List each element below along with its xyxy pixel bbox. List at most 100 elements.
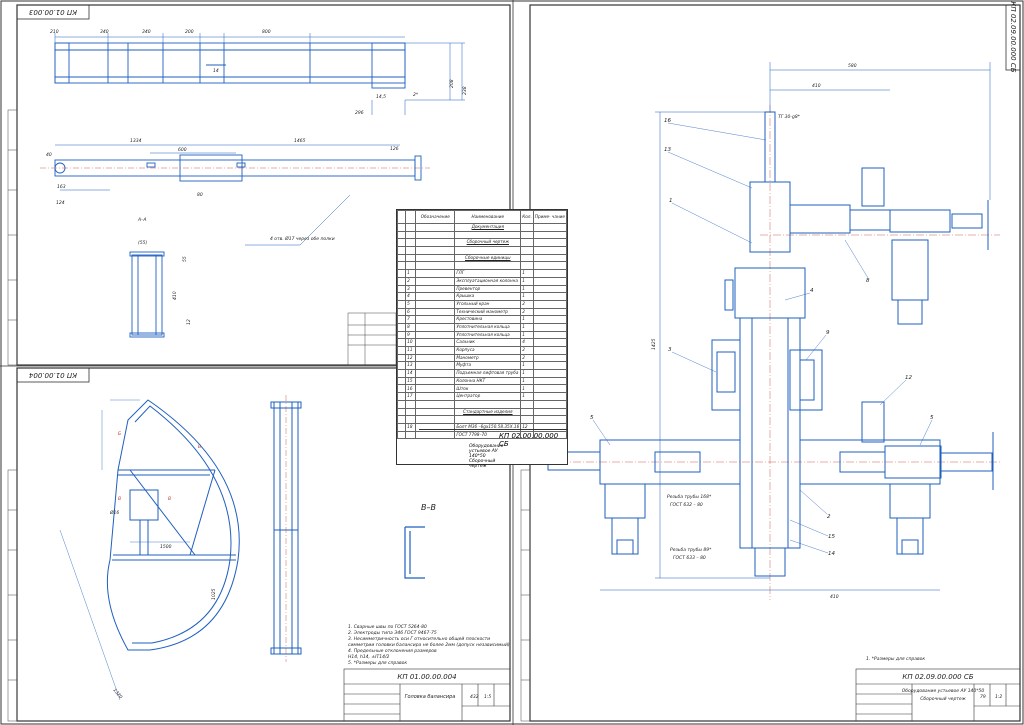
spec-row: 15 Колонна НКТ 1 [396, 376, 568, 386]
spec-row: 12 Манометр 2 [396, 353, 568, 363]
spec-cell-qty: 1 [520, 322, 534, 332]
spec-cell-pos: 6 [405, 307, 417, 317]
spec-row: 10 Сальник 4 [396, 338, 568, 347]
spec-cell-qty: 2 [520, 307, 534, 317]
spec-cell-pos: 17 [405, 392, 417, 401]
svg-text:15: 15 [828, 534, 835, 540]
svg-text:16: 16 [664, 118, 671, 124]
spec-cell-name: Колонна НКТ [454, 376, 522, 386]
svg-text:КП 02.09.00.000 СБ: КП 02.09.00.000 СБ [1009, 1, 1017, 72]
svg-text:1465: 1465 [294, 138, 306, 144]
svg-text:800: 800 [262, 29, 271, 35]
spec-cell-format [396, 276, 407, 286]
callout-numbers: 16 13 1 8 4 9 3 12 5 5 2 15 14 [590, 118, 934, 557]
spec-cell-name: Превентор [454, 284, 522, 294]
svg-text:Резьба трубы 168*: Резьба трубы 168* [667, 494, 712, 500]
spec-cell-format [396, 299, 407, 309]
spec-cell-pos: 2 [405, 276, 417, 286]
svg-text:4. Предельные отклонения разме: 4. Предельные отклонения размеров [348, 648, 437, 654]
spec-cell-qty: 1 [520, 315, 534, 324]
spec-cell-pos: 18 [405, 422, 417, 432]
spec-cell-pos: 12 [405, 353, 417, 363]
svg-text:238: 238 [462, 86, 468, 95]
svg-text:1:2: 1:2 [995, 694, 1002, 700]
spec-cell-name: Уплотнительная кольца [454, 322, 522, 332]
svg-text:1:5: 1:5 [484, 694, 491, 700]
spec-row: 2 Эксплуатационная колонна 1 [396, 276, 568, 286]
spec-section-docs: Документация [454, 223, 522, 232]
spec-cell-name: ГЛГ [454, 269, 522, 278]
spec-cell-pos: 5 [405, 299, 417, 309]
svg-text:4 отв. Ø17 через обе полки: 4 отв. Ø17 через обе полки [270, 235, 335, 242]
svg-text:12: 12 [905, 375, 912, 381]
svg-text:Головка балансира: Головка балансира [405, 694, 456, 700]
svg-text:5. *Размеры для справок: 5. *Размеры для справок [348, 660, 407, 666]
spec-cell-pos: 1 [405, 269, 417, 278]
svg-text:1025: 1025 [211, 588, 217, 600]
svg-text:ТГ 30-g8*: ТГ 30-g8* [778, 114, 801, 120]
spec-cell-name: Угольный кран [454, 299, 522, 309]
spec-cell-note [532, 292, 568, 301]
spec-cell-format [396, 307, 407, 317]
spec-cell-pos: 7 [405, 315, 417, 324]
spec-cell-name: Муфта [454, 361, 522, 371]
spec-cell-qty: 1 [520, 276, 534, 286]
spec-cell-name: Подъемная лифтовая труба [454, 369, 522, 378]
title-block-right: КП 02.09.00.000 СБ Оборудование устьевое… [855, 668, 1021, 722]
spec-cell-qty: 1 [520, 284, 534, 294]
spec-cell-format [396, 361, 407, 371]
spec-cell-designation [415, 369, 456, 378]
spec-cell-designation [415, 346, 456, 355]
svg-text:КП 01.00.00.004: КП 01.00.00.004 [397, 673, 456, 681]
spec-row: 16 Шток 1 [396, 384, 568, 394]
svg-text:14,5: 14,5 [376, 94, 386, 100]
spec-cell-name: Шток [454, 384, 522, 394]
spec-section-assembly: Сборочный чертеж [454, 238, 522, 248]
spec-row: 5 Угольный кран 2 [396, 299, 568, 309]
spec-row: 9 Уплотнительная кольца 1 [396, 330, 568, 340]
spec-cell-note [532, 384, 568, 394]
spec-cell-note [532, 338, 568, 347]
spec-row: 6 Технический манометр 2 [396, 307, 568, 317]
svg-text:симметрии головки балансира не: симметрии головки балансира не более 2мм… [348, 642, 510, 648]
spec-cell-designation [415, 330, 456, 340]
svg-text:В: В [118, 496, 121, 502]
spec-cell-pos: 4 [405, 292, 417, 301]
svg-text:2. Электроды типа Э46 ГОСТ 946: 2. Электроды типа Э46 ГОСТ 9467-75 [348, 630, 437, 636]
spec-cell-qty: 2 [520, 353, 534, 363]
svg-text:126: 126 [390, 146, 399, 152]
spec-cell-format [396, 369, 407, 378]
svg-text:КП 01.00.003: КП 01.00.003 [29, 8, 77, 16]
spec-row: 4 Крышка 1 [396, 292, 568, 301]
spec-cell-note [532, 315, 568, 324]
svg-text:5: 5 [590, 415, 594, 421]
spec-row: 7 Крестовина 1 [396, 315, 568, 324]
svg-text:КП 01.00.004: КП 01.00.004 [29, 371, 77, 379]
svg-text:14: 14 [828, 551, 835, 557]
svg-text:200: 200 [185, 29, 194, 35]
spec-cell-note [532, 346, 568, 355]
spec-cell-name: Крышка [454, 292, 522, 301]
beam-front-view [54, 42, 406, 89]
spec-cell-note [532, 361, 568, 371]
spec-cell-pos: 9 [405, 330, 417, 340]
spec-section-standard: Стандартные изделия [454, 407, 522, 417]
spec-row: 14 Подъемная лифтовая труба 1 [396, 369, 568, 378]
spec-cell-format [396, 269, 407, 278]
svg-text:А–А: А–А [137, 217, 146, 223]
spec-cell-designation [415, 315, 456, 324]
wellhead-assembly [547, 111, 994, 577]
spec-cell-format [396, 384, 407, 394]
spec-cell-designation [415, 307, 456, 317]
svg-text:Ø16: Ø16 [109, 509, 119, 516]
svg-text:8: 8 [866, 278, 870, 284]
spec-cell-format [396, 353, 407, 363]
spec-cell-qty: 2 [520, 346, 534, 355]
spec-cell-designation [415, 353, 456, 363]
svg-text:410: 410 [830, 594, 839, 600]
thread-notes: Резьба трубы 168* ГОСТ 632 – 80 Резьба т… [667, 494, 712, 561]
spec-cell-note [532, 353, 568, 363]
svg-text:1500: 1500 [160, 544, 172, 550]
spec-cell-note [532, 322, 568, 332]
spec-cell-pos [405, 430, 417, 440]
